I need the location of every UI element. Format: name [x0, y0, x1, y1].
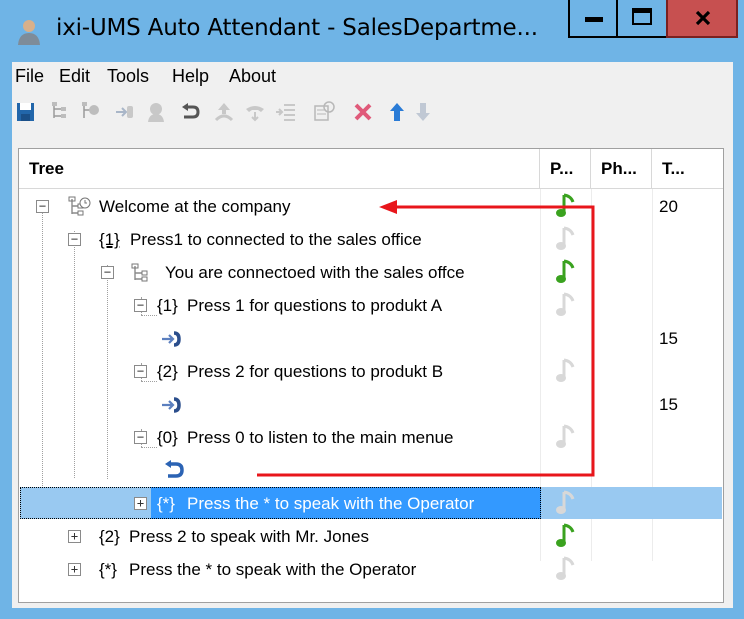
toolbar — [12, 92, 733, 132]
menu-key: {0} — [157, 428, 178, 447]
minimize-icon — [585, 17, 603, 22]
tree-row[interactable]: − Welcome at the company 20 — [19, 190, 723, 223]
music-note-grey-icon — [556, 490, 575, 514]
tree-row[interactable]: − You are connectoed with the sales offc… — [19, 256, 723, 289]
music-note-grey-icon — [556, 424, 575, 448]
announcement-tree-icon — [68, 196, 91, 216]
menu-key: {*} — [99, 560, 117, 579]
forward-icon[interactable] — [113, 100, 137, 124]
properties-icon[interactable] — [312, 100, 336, 124]
timeout-value: 15 — [659, 395, 678, 414]
close-button[interactable] — [666, 0, 738, 38]
transfer-icon — [162, 397, 181, 413]
tree-add-icon[interactable] — [49, 100, 73, 124]
column-header-t[interactable]: T... — [652, 149, 723, 189]
tree-row-selected[interactable]: + {*} Press the * to speak with the Oper… — [19, 487, 723, 520]
close-icon — [695, 10, 711, 26]
operator-icon[interactable] — [144, 100, 168, 124]
expand-toggle-icon[interactable]: + — [68, 563, 81, 576]
window-title: ixi-UMS Auto Attendant - SalesDepartme..… — [56, 15, 538, 41]
move-down-icon[interactable] — [411, 100, 435, 124]
tree-row-label: Press 1 for questions to produkt A — [187, 296, 443, 315]
menu-key: {2} — [157, 362, 178, 381]
menu-add-icon[interactable] — [274, 100, 298, 124]
tree-row-label: Press 2 to speak with Mr. Jones — [129, 527, 369, 546]
tree-row[interactable]: 15 — [19, 388, 723, 421]
expand-toggle-icon[interactable]: + — [134, 497, 147, 510]
column-header-p[interactable]: P... — [540, 149, 591, 189]
collapse-toggle-icon[interactable]: − — [36, 200, 49, 213]
minimize-button[interactable] — [568, 0, 618, 38]
tree-row-label: Press 2 for questions to produkt B — [187, 362, 444, 381]
title-bar[interactable]: ixi-UMS Auto Attendant - SalesDepartme..… — [0, 0, 744, 62]
tree-row-label: You are connectoed with the sales offce — [165, 263, 465, 282]
tree-row-label: Welcome at the company — [99, 197, 291, 216]
user-icon — [18, 20, 40, 45]
menu-file[interactable]: File — [15, 66, 44, 87]
save-icon[interactable] — [14, 100, 38, 124]
tree-list-view[interactable]: Tree P... Ph... T... − Welcome at the co… — [18, 148, 724, 603]
collapse-toggle-icon[interactable]: − — [134, 299, 147, 312]
music-note-green-icon — [556, 523, 575, 547]
maximize-button[interactable] — [616, 0, 668, 38]
tree-row[interactable] — [19, 454, 723, 487]
menu-edit[interactable]: Edit — [59, 66, 90, 87]
expand-toggle-icon[interactable]: + — [68, 530, 81, 543]
tree-node-icon[interactable] — [79, 100, 103, 124]
column-header-tree[interactable]: Tree — [19, 149, 540, 189]
music-note-grey-icon — [556, 556, 575, 580]
maximize-icon — [632, 8, 652, 25]
menu-about[interactable]: About — [229, 66, 276, 87]
back-icon[interactable] — [178, 100, 202, 124]
collapse-toggle-icon[interactable]: − — [101, 266, 114, 279]
menu-tools[interactable]: Tools — [107, 66, 149, 87]
music-note-grey-icon — [556, 226, 575, 250]
submenu-tree-icon — [131, 263, 148, 282]
music-note-grey-icon — [556, 292, 575, 316]
column-header-ph[interactable]: Ph... — [591, 149, 652, 189]
tree-row-label: Press the * to speak with the Operator — [129, 560, 417, 579]
collapse-toggle-icon[interactable]: − — [68, 233, 81, 246]
tree-row[interactable]: + {2} Press 2 to speak with Mr. Jones — [19, 520, 723, 553]
menu-key: {1} — [157, 296, 178, 315]
tree-row-label: Press1 to connected to the sales office — [130, 230, 422, 249]
tree-row[interactable]: − {1} Press1 to connected to the sales o… — [19, 223, 723, 256]
tree-row[interactable]: − {0} Press 0 to listen to the main menu… — [19, 421, 723, 454]
move-up-icon[interactable] — [385, 100, 409, 124]
collapse-toggle-icon[interactable]: − — [134, 431, 147, 444]
menu-key: {*} — [157, 494, 175, 513]
music-note-grey-icon — [556, 358, 575, 382]
tree-row[interactable]: 15 — [19, 322, 723, 355]
collapse-toggle-icon[interactable]: − — [134, 365, 147, 378]
transfer-icon — [162, 331, 181, 347]
client-area: File Edit Tools Help About Tree P... Ph.… — [12, 62, 733, 608]
timeout-value: 20 — [659, 197, 678, 216]
menu-bar: File Edit Tools Help About — [12, 62, 733, 90]
timeout-value: 15 — [659, 329, 678, 348]
delete-icon[interactable] — [351, 100, 375, 124]
tree-row[interactable]: − {2} Press 2 for questions to produkt B — [19, 355, 723, 388]
tree-row[interactable]: + {*} Press the * to speak with the Oper… — [19, 553, 723, 586]
menu-key: {2} — [99, 527, 120, 546]
music-note-green-icon — [556, 259, 575, 283]
up-level-icon[interactable] — [212, 100, 236, 124]
tree-row[interactable]: − {1} Press 1 for questions to produkt A — [19, 289, 723, 322]
menu-key: {1} — [99, 230, 120, 249]
back-to-menu-icon — [165, 460, 184, 478]
menu-help[interactable]: Help — [172, 66, 209, 87]
tree-row-label: Press 0 to listen to the main menue — [187, 428, 454, 447]
app-window: ixi-UMS Auto Attendant - SalesDepartme..… — [0, 0, 744, 619]
phone-icon[interactable] — [243, 100, 267, 124]
tree-row-label: Press the * to speak with the Operator — [187, 494, 475, 513]
music-note-green-icon — [556, 193, 575, 217]
